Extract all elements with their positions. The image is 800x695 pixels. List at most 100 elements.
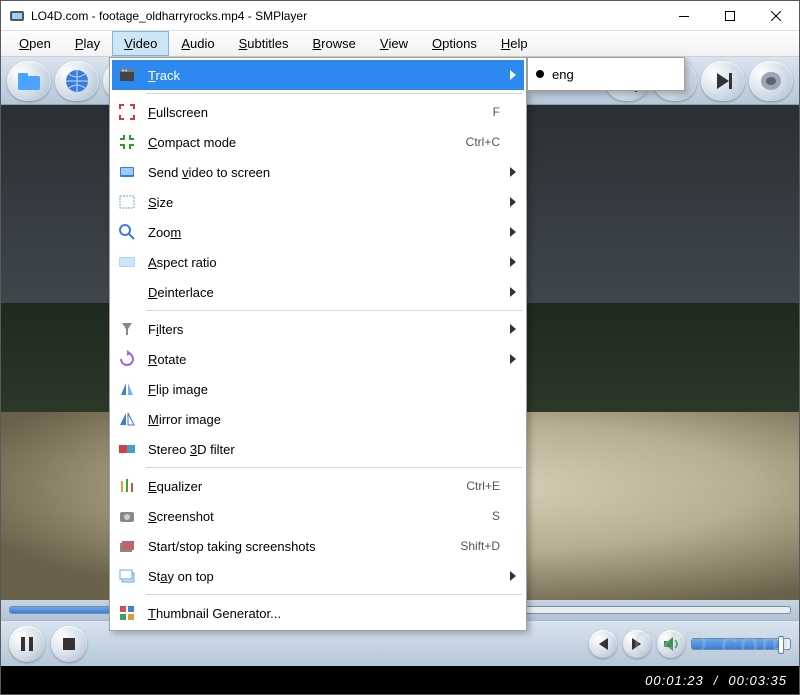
track-option[interactable]: eng: [530, 60, 682, 88]
rewind-button[interactable]: [589, 630, 617, 658]
deint-icon: [116, 281, 138, 303]
skip-next-button[interactable]: [701, 61, 745, 101]
menuitem-rotate[interactable]: Rotate: [112, 344, 524, 374]
menuitem-compact[interactable]: Compact modeCtrl+C: [112, 127, 524, 157]
menuitem-sendvideo[interactable]: Send video to screen: [112, 157, 524, 187]
submenu-arrow-icon: [510, 227, 516, 237]
submenu-arrow-icon: [510, 324, 516, 334]
statusbar: 00:01:23 / 00:03:35: [1, 666, 799, 694]
menuitem-label: Send video to screen: [148, 165, 510, 180]
volume-fill: [692, 639, 778, 649]
menuitem-aspect[interactable]: Aspect ratio: [112, 247, 524, 277]
forward-button[interactable]: [623, 630, 651, 658]
menuitem-label: Screenshot: [148, 509, 492, 524]
menuitem-label: Start/stop taking screenshots: [148, 539, 460, 554]
volume-slider[interactable]: [691, 638, 791, 650]
submenu-arrow-icon: [510, 571, 516, 581]
menuitem-shortcut: Ctrl+C: [466, 135, 500, 149]
menuitem-label: Flip image: [148, 382, 516, 397]
menu-browse[interactable]: Browse: [301, 31, 368, 56]
menu-audio[interactable]: Audio: [169, 31, 226, 56]
menu-separator: [146, 310, 522, 311]
menuitem-label: Track: [148, 68, 510, 83]
app-window: LO4D.com - footage_oldharryrocks.mp4 - S…: [0, 0, 800, 695]
menu-separator: [146, 594, 522, 595]
menuitem-zoom[interactable]: Zoom: [112, 217, 524, 247]
menu-subtitles[interactable]: Subtitles: [227, 31, 301, 56]
sendvideo-icon: [116, 161, 138, 183]
time-current: 00:01:23: [645, 673, 704, 688]
submenu-arrow-icon: [510, 257, 516, 267]
close-button[interactable]: [753, 1, 799, 31]
menu-video[interactable]: Video: [112, 31, 169, 56]
open-url-button[interactable]: [55, 61, 99, 101]
menuitem-shortcut: S: [492, 509, 500, 523]
submenu-arrow-icon: [510, 287, 516, 297]
maximize-button[interactable]: [707, 1, 753, 31]
menuitem-label: Zoom: [148, 225, 510, 240]
pause-button[interactable]: [9, 626, 45, 662]
volume-thumb[interactable]: [778, 636, 784, 654]
titlebar: LO4D.com - footage_oldharryrocks.mp4 - S…: [1, 1, 799, 31]
menuitem-track[interactable]: Track: [112, 60, 524, 90]
menuitem-mirror[interactable]: Mirror image: [112, 404, 524, 434]
submenu-arrow-icon: [510, 70, 516, 80]
app-icon: [9, 8, 25, 24]
shots-icon: [116, 535, 138, 557]
menuitem-stereo3d[interactable]: Stereo 3D filter: [112, 434, 524, 464]
time-sep: /: [710, 673, 723, 688]
size-icon: [116, 191, 138, 213]
menuitem-label: Size: [148, 195, 510, 210]
open-folder-button[interactable]: [7, 61, 51, 101]
fullscreen-icon: [116, 101, 138, 123]
stereo3d-icon: [116, 438, 138, 460]
menu-options[interactable]: Options: [420, 31, 489, 56]
menuitem-size[interactable]: Size: [112, 187, 524, 217]
menu-separator: [146, 93, 522, 94]
menuitem-label: Mirror image: [148, 412, 516, 427]
thumbgen-icon: [116, 602, 138, 624]
window-title: LO4D.com - footage_oldharryrocks.mp4 - S…: [31, 9, 661, 23]
menuitem-label: Compact mode: [148, 135, 466, 150]
menubar: OpenPlayVideoAudioSubtitlesBrowseViewOpt…: [1, 31, 799, 57]
audio-button[interactable]: [749, 61, 793, 101]
menuitem-shortcut: F: [493, 105, 500, 119]
menuitem-label: Thumbnail Generator...: [148, 606, 516, 621]
menuitem-fullscreen[interactable]: FullscreenF: [112, 97, 524, 127]
video-menu-dropdown: TrackFullscreenFCompact modeCtrl+CSend v…: [109, 57, 527, 631]
menuitem-filters[interactable]: Filters: [112, 314, 524, 344]
menuitem-stayontop[interactable]: Stay on top: [112, 561, 524, 591]
minimize-button[interactable]: [661, 1, 707, 31]
eq-icon: [116, 475, 138, 497]
shot-icon: [116, 505, 138, 527]
menuitem-label: Equalizer: [148, 479, 466, 494]
menu-open[interactable]: Open: [7, 31, 63, 56]
menuitem-label: Deinterlace: [148, 285, 510, 300]
track-label: eng: [552, 67, 672, 82]
menuitem-eq[interactable]: EqualizerCtrl+E: [112, 471, 524, 501]
track-submenu: eng: [527, 57, 685, 91]
menuitem-flip[interactable]: Flip image: [112, 374, 524, 404]
time-total: 00:03:35: [728, 673, 787, 688]
stayontop-icon: [116, 565, 138, 587]
menuitem-label: Fullscreen: [148, 105, 493, 120]
menuitem-label: Aspect ratio: [148, 255, 510, 270]
menuitem-label: Rotate: [148, 352, 510, 367]
stop-button[interactable]: [51, 626, 87, 662]
volume-button[interactable]: [657, 630, 685, 658]
compact-icon: [116, 131, 138, 153]
track-icon: [116, 64, 138, 86]
menuitem-shots[interactable]: Start/stop taking screenshotsShift+D: [112, 531, 524, 561]
menuitem-deint[interactable]: Deinterlace: [112, 277, 524, 307]
menu-view[interactable]: View: [368, 31, 420, 56]
menuitem-label: Stereo 3D filter: [148, 442, 516, 457]
menuitem-shortcut: Shift+D: [460, 539, 500, 553]
menuitem-thumbgen[interactable]: Thumbnail Generator...: [112, 598, 524, 628]
menuitem-shot[interactable]: ScreenshotS: [112, 501, 524, 531]
menu-help[interactable]: Help: [489, 31, 540, 56]
menuitem-label: Stay on top: [148, 569, 510, 584]
menu-play[interactable]: Play: [63, 31, 112, 56]
radio-selected-icon: [536, 70, 544, 78]
mirror-icon: [116, 408, 138, 430]
flip-icon: [116, 378, 138, 400]
